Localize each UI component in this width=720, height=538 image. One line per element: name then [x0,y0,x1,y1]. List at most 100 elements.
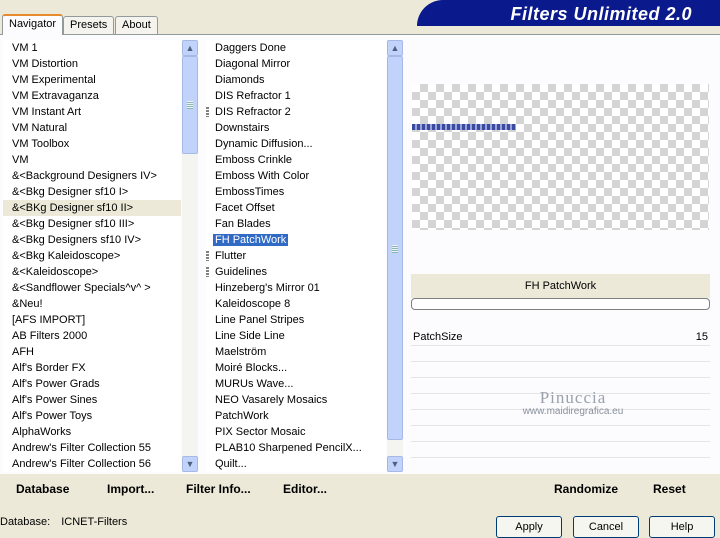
list-item[interactable]: EmbossTimes [206,184,386,200]
list-item-label: Guidelines [215,266,267,278]
list-item[interactable]: Quilt... [206,456,386,472]
scroll-up-icon[interactable]: ▲ [182,40,198,56]
list-item[interactable]: &<BKg Designer sf10 II> [3,200,181,216]
list-item[interactable]: AlphaWorks [3,424,181,440]
list-item[interactable]: &<Bkg Designer sf10 III> [3,216,181,232]
list-item[interactable]: VM 1 [3,40,181,56]
list-item[interactable]: [AFS IMPORT] [3,312,181,328]
list-item[interactable]: PLAB10 Sharpened PencilX... [206,440,386,456]
list-item[interactable]: Emboss With Color [206,168,386,184]
list-item-label: Kaleidoscope 8 [215,298,291,310]
list-item[interactable]: &Neu! [3,296,181,312]
filter-scrollbar[interactable]: ▲ ▼ [387,40,403,472]
list-item[interactable]: Moiré Blocks... [206,360,386,376]
list-item[interactable]: Alf's Power Toys [3,408,181,424]
list-item[interactable]: VM Extravaganza [3,88,181,104]
scroll-thumb[interactable] [387,56,403,440]
list-item-label: Diagonal Mirror [215,58,291,70]
import-button[interactable]: Import... [107,482,154,496]
list-item[interactable]: Maelström [206,344,386,360]
scroll-down-icon[interactable]: ▼ [182,456,198,472]
help-button[interactable]: Help [649,516,715,538]
list-item[interactable]: Guidelines [206,264,386,280]
list-item-label: VM [12,154,29,166]
list-item[interactable]: Alf's Border FX [3,360,181,376]
list-item[interactable]: PatchWork [206,408,386,424]
list-item[interactable]: DIS Refractor 1 [206,88,386,104]
list-item[interactable]: Flutter [206,248,386,264]
list-item[interactable]: VM Experimental [3,72,181,88]
list-item[interactable]: Facet Offset [206,200,386,216]
list-item-label: Andrew's Filter Collection 55 [12,442,152,454]
parameter-value[interactable]: 15 [696,331,708,343]
list-item[interactable]: MURUs Wave... [206,376,386,392]
scroll-up-icon[interactable]: ▲ [387,40,403,56]
app-title: Filters Unlimited 2.0 [510,4,692,24]
editor-button[interactable]: Editor... [283,482,327,496]
list-item-label: &<Sandflower Specials^v^ > [12,282,151,294]
list-item[interactable]: NEO Vasarely Mosaics [206,392,386,408]
list-item[interactable]: &<Kaleidoscope> [3,264,181,280]
list-item-label: Maelström [215,346,267,358]
filter-name-label: FH PatchWork [411,274,710,298]
list-item[interactable]: Kaleidoscope 8 [206,296,386,312]
list-item[interactable]: FH PatchWork [206,232,386,248]
list-item[interactable]: VM [3,152,181,168]
scroll-down-icon[interactable]: ▼ [387,456,403,472]
list-item[interactable]: Alf's Power Sines [3,392,181,408]
scroll-thumb[interactable] [182,56,198,154]
tab-navigator[interactable]: Navigator [2,14,64,35]
reset-button[interactable]: Reset [653,482,686,496]
database-button[interactable]: Database [16,482,69,496]
database-value: ICNET-Filters [61,516,128,528]
list-item[interactable]: Hinzeberg's Mirror 01 [206,280,386,296]
list-item[interactable]: &<Sandflower Specials^v^ > [3,280,181,296]
list-item-label: &Neu! [12,298,43,310]
category-scrollbar[interactable]: ▲ ▼ [182,40,198,472]
cancel-button[interactable]: Cancel [573,516,639,538]
tab-presets[interactable]: Presets [63,16,115,34]
list-item[interactable]: Andrew's Filter Collection 56 [3,456,181,472]
title-banner: Filters Unlimited 2.0 [417,0,720,26]
list-item-label: Alf's Border FX [12,362,86,374]
parameter-row-empty [411,362,710,378]
list-item[interactable]: &<Bkg Kaleidoscope> [3,248,181,264]
list-item[interactable]: Diamonds [206,72,386,88]
list-item[interactable]: Emboss Crinkle [206,152,386,168]
watermark: Pinuccia www.maidiregrafica.eu [513,388,633,417]
list-item[interactable]: Line Side Line [206,328,386,344]
filter-info-button[interactable]: Filter Info... [186,482,251,496]
list-item-label: DIS Refractor 1 [215,90,291,102]
list-item[interactable]: Line Panel Stripes [206,312,386,328]
list-item[interactable]: VM Toolbox [3,136,181,152]
marker-icon [206,251,209,261]
list-item-label: Diamonds [215,74,265,86]
list-item-label: [AFS IMPORT] [12,314,86,326]
list-item-label: &<Background Designers IV> [12,170,157,182]
list-item[interactable]: Andrew's Filter Collection 55 [3,440,181,456]
tab-about[interactable]: About [115,16,158,34]
list-item[interactable]: VM Distortion [3,56,181,72]
list-item[interactable]: PIX Sector Mosaic [206,424,386,440]
list-item[interactable]: DIS Refractor 2 [206,104,386,120]
list-item[interactable]: Fan Blades [206,216,386,232]
category-list[interactable]: VM 1 VM Distortion VM Experimental VM Extra… [3,40,181,472]
list-item[interactable]: Dynamic Diffusion... [206,136,386,152]
list-item[interactable]: &<Bkg Designer sf10 I> [3,184,181,200]
list-item[interactable]: VM Natural [3,120,181,136]
randomize-button[interactable]: Randomize [554,482,618,496]
list-item[interactable]: Diagonal Mirror [206,56,386,72]
parameter-row[interactable]: PatchSize 15 [411,330,710,346]
list-item[interactable]: &<Background Designers IV> [3,168,181,184]
list-item[interactable]: Downstairs [206,120,386,136]
list-item[interactable]: &<Bkg Designers sf10 IV> [3,232,181,248]
apply-button[interactable]: Apply [496,516,562,538]
list-item-label: PLAB10 Sharpened PencilX... [215,442,362,454]
list-item-label: VM 1 [12,42,38,54]
filter-list[interactable]: Daggers Done Diagonal Mirror Diamonds DIS R… [206,40,386,472]
list-item[interactable]: Alf's Power Grads [3,376,181,392]
list-item[interactable]: AFH [3,344,181,360]
list-item[interactable]: Daggers Done [206,40,386,56]
list-item[interactable]: VM Instant Art [3,104,181,120]
list-item[interactable]: AB Filters 2000 [3,328,181,344]
